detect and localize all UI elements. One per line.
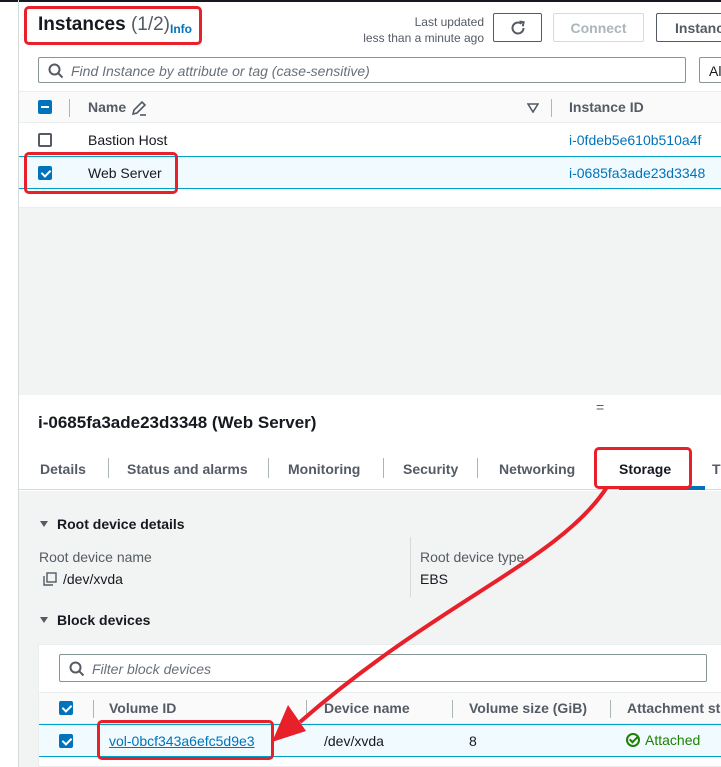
table-empty-area xyxy=(19,207,721,395)
instance-search-input[interactable]: Find Instance by attribute or tag (case-… xyxy=(38,57,686,83)
tab-separator xyxy=(477,458,478,478)
instance-id-link[interactable]: i-0fdeb5e610b510a4f xyxy=(569,132,701,148)
last-updated-value: less than a minute ago xyxy=(363,31,484,45)
tab-details[interactable]: Details xyxy=(40,461,86,477)
tab-separator xyxy=(383,458,384,478)
tab-status-alarms[interactable]: Status and alarms xyxy=(127,461,248,477)
column-divider xyxy=(93,700,94,718)
device-name-value: /dev/xvda xyxy=(324,733,384,749)
row-checkbox[interactable] xyxy=(38,133,52,147)
instance-id-link[interactable]: i-0685fa3ade23d3348 xyxy=(569,165,705,181)
column-divider xyxy=(551,99,552,117)
attachment-status: Attached xyxy=(626,732,700,748)
instances-table-header: Name Instance ID xyxy=(19,91,721,123)
details-title: i-0685fa3ade23d3348 (Web Server) xyxy=(38,413,317,432)
filter-select[interactable]: Al xyxy=(699,57,721,83)
column-divider xyxy=(69,99,70,117)
root-device-type-label: Root device type xyxy=(420,549,525,565)
tab-separator xyxy=(108,458,109,478)
filter-placeholder: Filter block devices xyxy=(92,661,212,677)
annotation-box-volume-id xyxy=(97,720,274,760)
copy-icon[interactable] xyxy=(43,572,57,586)
root-device-name-text: /dev/xvda xyxy=(63,571,123,587)
annotation-box-title xyxy=(24,6,202,45)
tab-more[interactable]: T xyxy=(712,461,721,477)
block-devices-filter-input[interactable]: Filter block devices xyxy=(59,654,707,682)
instance-name: Bastion Host xyxy=(88,132,168,148)
check-circle-icon xyxy=(626,733,640,747)
column-header-instance-id[interactable]: Instance ID xyxy=(569,99,644,115)
column-divider xyxy=(610,700,611,718)
root-device-section-title: Root device details xyxy=(57,516,185,532)
caret-down-icon xyxy=(40,521,48,527)
top-border xyxy=(0,0,721,2)
block-devices-section-title: Block devices xyxy=(57,612,151,628)
connect-button[interactable]: Connect xyxy=(553,13,644,42)
last-updated: Last updated less than a minute ago xyxy=(330,14,484,46)
column-header-volume-id[interactable]: Volume ID xyxy=(109,700,176,716)
tab-separator xyxy=(268,458,269,478)
refresh-icon xyxy=(511,20,525,34)
panel-resize-handle[interactable]: = xyxy=(596,399,604,415)
attachment-status-text: Attached xyxy=(645,732,701,748)
search-icon xyxy=(48,63,64,79)
column-divider xyxy=(452,700,453,718)
last-updated-label: Last updated xyxy=(414,15,484,29)
root-device-name-label: Root device name xyxy=(39,549,152,565)
root-device-section[interactable]: Root device details xyxy=(40,516,185,532)
column-header-device-name[interactable]: Device name xyxy=(324,700,410,716)
search-placeholder: Find Instance by attribute or tag (case-… xyxy=(71,63,370,79)
row-checkbox[interactable] xyxy=(59,734,73,748)
root-device-name-value: /dev/xvda xyxy=(43,571,123,587)
select-all-checkbox[interactable] xyxy=(38,100,52,114)
edit-pencil-icon xyxy=(131,100,147,116)
column-header-attachment-status[interactable]: Attachment st xyxy=(627,700,720,716)
root-device-type-value: EBS xyxy=(420,571,449,587)
column-divider xyxy=(306,700,307,718)
column-divider xyxy=(410,537,411,597)
refresh-button[interactable] xyxy=(493,13,542,42)
select-all-checkbox[interactable] xyxy=(59,701,73,715)
block-devices-section[interactable]: Block devices xyxy=(40,612,150,628)
instance-state-button[interactable]: Instanc xyxy=(656,13,721,42)
column-header-name[interactable]: Name xyxy=(88,99,126,115)
tab-networking[interactable]: Networking xyxy=(499,461,575,477)
annotation-box-storage xyxy=(594,447,692,489)
tab-security[interactable]: Security xyxy=(403,461,458,477)
annotation-box-web-server xyxy=(24,152,178,194)
caret-down-icon xyxy=(40,617,48,623)
sort-down-icon[interactable] xyxy=(527,103,539,113)
tab-monitoring[interactable]: Monitoring xyxy=(288,461,360,477)
search-icon xyxy=(69,661,85,677)
column-header-volume-size[interactable]: Volume size (GiB) xyxy=(469,700,587,716)
volume-size-value: 8 xyxy=(469,733,477,749)
